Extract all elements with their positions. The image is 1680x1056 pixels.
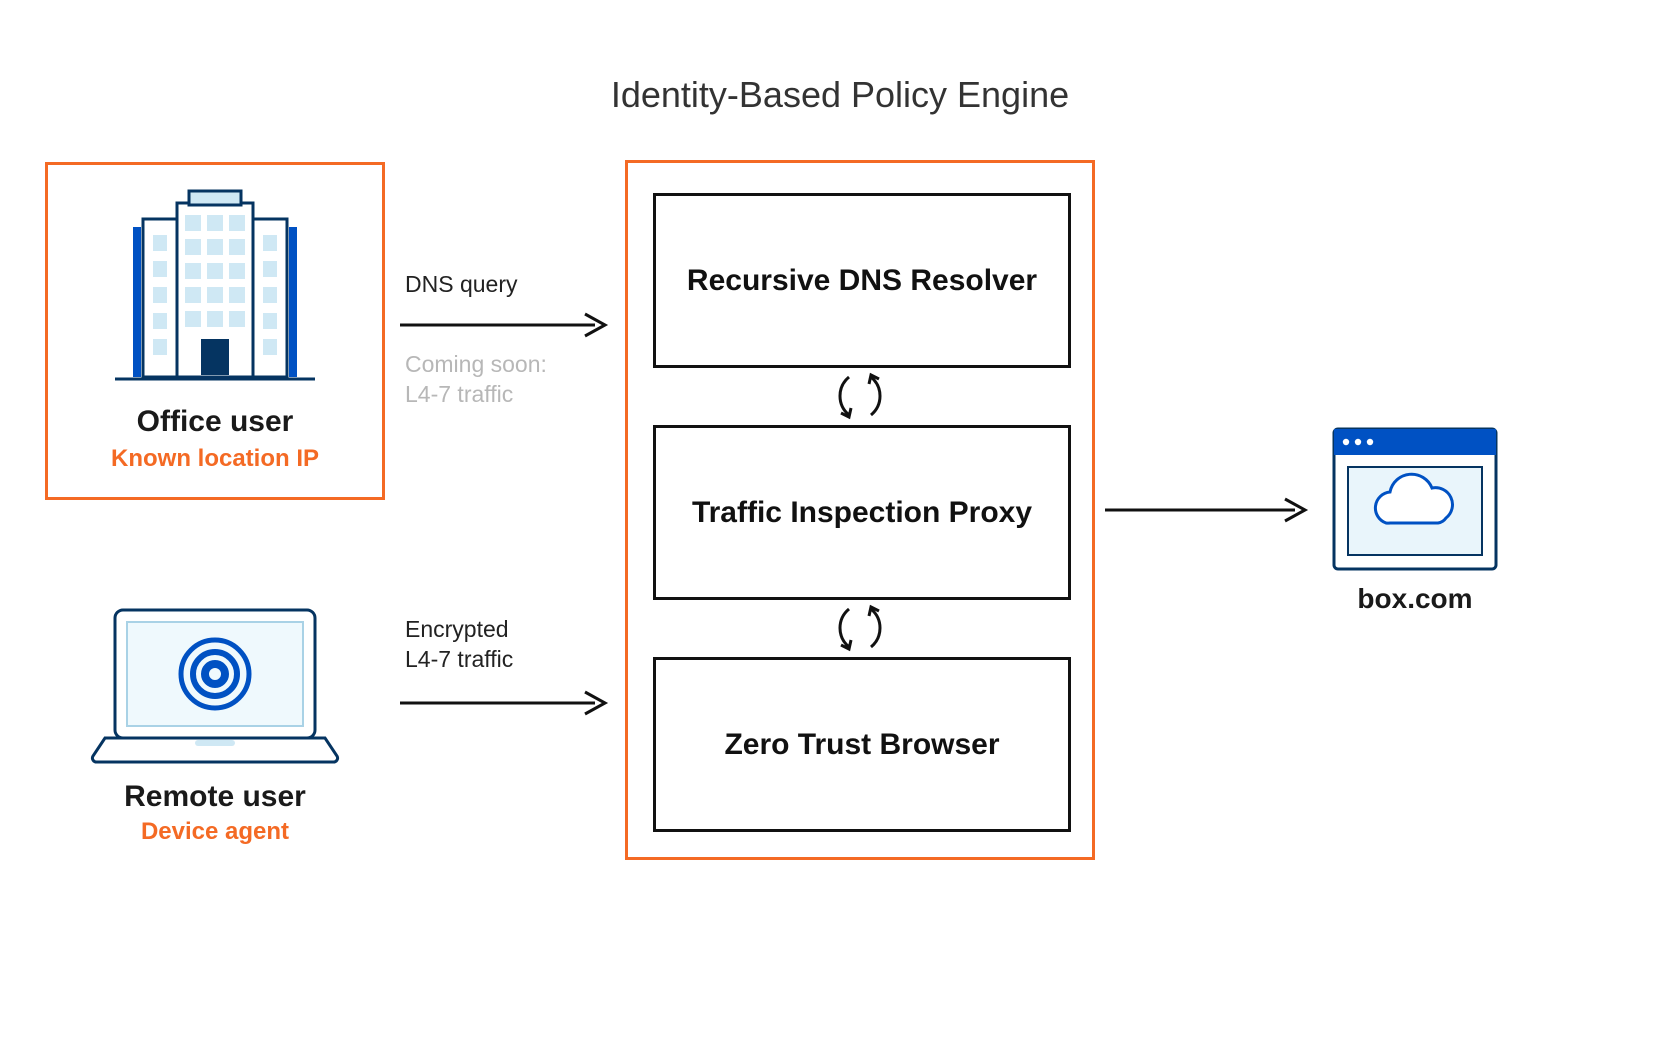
swap-arrows-icon <box>628 599 1092 657</box>
remote-user-block: Remote user Device agent <box>60 600 370 846</box>
arrow-label-encrypted: Encrypted L4-7 traffic <box>405 615 513 675</box>
engine-box-zero-trust-browser: Zero Trust Browser <box>653 657 1071 832</box>
arrow-label-dns-query: DNS query <box>405 270 517 300</box>
arrow-label-coming-soon: Coming soon: L4-7 traffic <box>405 350 547 410</box>
browser-window-icon <box>1325 425 1505 575</box>
office-user-card: Office user Known location IP <box>45 162 385 500</box>
arrow-office-to-engine <box>400 310 615 340</box>
policy-engine: Recursive DNS Resolver Traffic Inspectio… <box>625 160 1095 860</box>
swap-arrows-icon <box>628 367 1092 425</box>
destination-block: box.com <box>1325 425 1505 615</box>
office-user-subtitle: Known location IP <box>48 445 382 473</box>
office-user-title: Office user <box>48 405 382 439</box>
diagram-stage: Identity-Based Policy Engine <box>0 0 1680 1056</box>
engine-box-dns-resolver: Recursive DNS Resolver <box>653 193 1071 368</box>
arrow-remote-to-engine <box>400 688 615 718</box>
diagram-title: Identity-Based Policy Engine <box>0 74 1680 116</box>
office-building-icon <box>48 179 382 399</box>
destination-label: box.com <box>1325 583 1505 615</box>
laptop-icon <box>60 600 370 770</box>
remote-user-subtitle: Device agent <box>60 818 370 846</box>
arrow-engine-to-destination <box>1105 495 1315 525</box>
engine-box-traffic-proxy: Traffic Inspection Proxy <box>653 425 1071 600</box>
remote-user-title: Remote user <box>60 780 370 814</box>
